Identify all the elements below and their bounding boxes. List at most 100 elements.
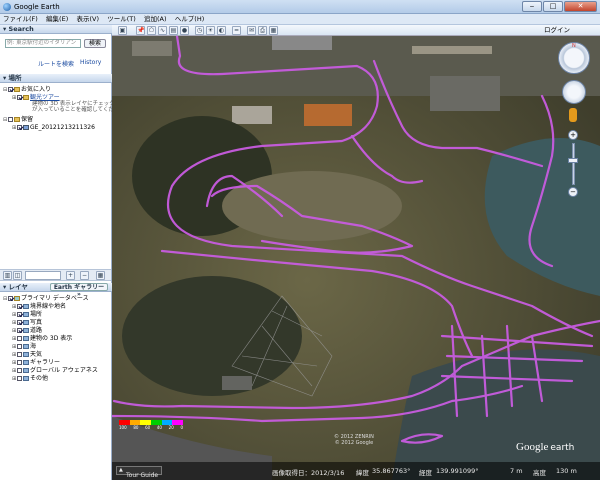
zoom-out-button[interactable]: − bbox=[568, 187, 578, 197]
layer-item[interactable]: ⊞ 天気 bbox=[12, 351, 42, 359]
maximize-button[interactable]: □ bbox=[543, 1, 563, 12]
legend-label: 0 bbox=[180, 425, 183, 430]
street-view-pegman-icon[interactable] bbox=[569, 108, 577, 122]
polygon-icon[interactable]: ⬠ bbox=[147, 26, 156, 35]
layer-checkbox[interactable] bbox=[17, 344, 22, 349]
zoom-slider[interactable] bbox=[572, 143, 575, 185]
folder-icon bbox=[14, 117, 20, 122]
remove-place-button[interactable]: − bbox=[80, 271, 89, 280]
route-search-link[interactable]: ルートを検索 bbox=[38, 59, 74, 68]
historical-imagery-icon[interactable]: ◷ bbox=[195, 26, 204, 35]
tree-favorites[interactable]: ⊟ お気に入り bbox=[3, 86, 51, 94]
menu-view[interactable]: 表示(V) bbox=[73, 14, 102, 25]
close-button[interactable]: ✕ bbox=[564, 1, 597, 12]
layer-label: ギャラリー bbox=[30, 359, 61, 366]
layer-icon bbox=[23, 360, 29, 365]
search-panel-header[interactable]: ▾ Search bbox=[0, 25, 112, 34]
planets-icon[interactable]: ◐ bbox=[217, 26, 226, 35]
search-in-places-input[interactable] bbox=[25, 271, 61, 280]
layer-item[interactable]: ⊞ ギャラリー bbox=[12, 359, 60, 367]
path-icon[interactable]: ∿ bbox=[158, 26, 167, 35]
search-button[interactable]: 検索 bbox=[84, 39, 106, 48]
google-earth-brand: Google earth bbox=[516, 441, 575, 453]
layer-item[interactable]: ⊞ 場所 bbox=[12, 311, 42, 319]
layer-checkbox[interactable] bbox=[17, 328, 22, 333]
layer-label: 建物の 3D 表示 bbox=[30, 335, 73, 342]
layer-icon bbox=[23, 312, 29, 317]
places-panel-header[interactable]: ▾ 場所 bbox=[0, 74, 112, 83]
longitude-label: 経度 bbox=[419, 469, 432, 477]
altitude-value: 130 m bbox=[556, 467, 577, 475]
zoom-slider-handle[interactable] bbox=[568, 158, 578, 163]
tour-guide-button[interactable]: ▲ Tour Guide bbox=[116, 466, 162, 479]
layer-item[interactable]: ⊞ 境界線や地名 bbox=[12, 303, 66, 311]
folder-icon bbox=[14, 87, 20, 92]
view-in-maps-icon[interactable]: ▦ bbox=[269, 26, 278, 35]
copyright: © 2012 ZENRIN © 2012 Google bbox=[334, 434, 374, 446]
tree-primary-db[interactable]: ⊟ プライマリ データベース bbox=[3, 295, 89, 303]
history-link[interactable]: History bbox=[80, 59, 101, 66]
menu-edit[interactable]: 編集(E) bbox=[43, 14, 71, 25]
layer-item[interactable]: ⊞ 道路 bbox=[12, 327, 42, 335]
layer-icon bbox=[23, 336, 29, 341]
layer-icon bbox=[23, 304, 29, 309]
tree-saved[interactable]: ⊟ 保留 bbox=[3, 116, 33, 124]
image-overlay-icon[interactable]: ▤ bbox=[169, 26, 178, 35]
menu-help[interactable]: ヘルプ(H) bbox=[172, 14, 207, 25]
sun-icon[interactable]: ☀ bbox=[206, 26, 215, 35]
menu-tools[interactable]: ツール(T) bbox=[104, 14, 139, 25]
panel-icon[interactable]: ▥ bbox=[3, 271, 12, 280]
latitude-value: 35.867763° bbox=[372, 467, 411, 475]
database-icon bbox=[14, 296, 20, 301]
add-place-button[interactable]: + bbox=[66, 271, 75, 280]
map-view[interactable]: 100 80 60 40 20 0 © 2012 ZENRIN © 2012 Google … bbox=[112, 36, 600, 480]
compass-north-icon: N bbox=[572, 43, 576, 49]
longitude-value: 139.991099° bbox=[436, 467, 479, 475]
login-link[interactable]: ログイン bbox=[544, 25, 570, 36]
layer-checkbox[interactable] bbox=[17, 360, 22, 365]
earth-gallery-button[interactable]: Earth ギャラリー » bbox=[50, 283, 108, 298]
layer-checkbox[interactable] bbox=[17, 336, 22, 341]
tree-track[interactable]: ⊞ GE_20121213211326 bbox=[12, 124, 95, 132]
email-icon[interactable]: ✉ bbox=[247, 26, 256, 35]
menu-add[interactable]: 追加(A) bbox=[141, 14, 170, 25]
zoom-in-button[interactable]: + bbox=[568, 130, 578, 140]
legend-label: 60 bbox=[145, 425, 151, 430]
minimize-button[interactable]: ‒ bbox=[522, 1, 542, 12]
move-control[interactable] bbox=[562, 80, 586, 104]
legend-label: 40 bbox=[156, 425, 162, 430]
layer-label: グローバル アウェアネス bbox=[30, 367, 98, 374]
print-icon[interactable]: ⎙ bbox=[258, 26, 267, 35]
layer-item[interactable]: ⊞ グローバル アウェアネス bbox=[12, 367, 98, 375]
layer-item[interactable]: ⊞ 海 bbox=[12, 343, 36, 351]
layer-label: その他 bbox=[30, 375, 49, 382]
layer-item[interactable]: ⊞ 建物の 3D 表示 bbox=[12, 335, 72, 343]
search-input[interactable]: 例: 東京駅付近のイタリアン bbox=[5, 39, 81, 48]
layers-panel-header[interactable]: ▾ レイヤ Earth ギャラリー » bbox=[0, 283, 112, 298]
split-icon[interactable]: ◫ bbox=[13, 271, 22, 280]
menu-file[interactable]: ファイル(F) bbox=[0, 14, 41, 25]
status-bar: ▲ Tour Guide 画像取得日：2012/3/16 緯度 35.867763… bbox=[112, 462, 600, 480]
places-header-label: 場所 bbox=[8, 74, 22, 82]
record-tour-icon[interactable]: ● bbox=[180, 26, 189, 35]
look-control[interactable]: N bbox=[558, 42, 590, 74]
placemark-icon[interactable]: 📌 bbox=[136, 26, 145, 35]
menu-bar: ファイル(F) 編集(E) 表示(V) ツール(T) 追加(A) ヘルプ(H) bbox=[0, 14, 600, 25]
layer-checkbox[interactable] bbox=[17, 368, 22, 373]
toolbar: ▣ 📌 ⬠ ∿ ▤ ● ◷ ☀ ◐ ━ ✉ ⎙ ▦ ログイン bbox=[112, 25, 600, 36]
map-icon[interactable]: ▦ bbox=[96, 271, 105, 280]
google-earth-logo-icon bbox=[3, 3, 11, 11]
layer-icon bbox=[23, 328, 29, 333]
layer-item[interactable]: ⊞ その他 bbox=[12, 375, 48, 383]
legend-label: 80 bbox=[133, 425, 139, 430]
layer-checkbox[interactable] bbox=[17, 320, 22, 325]
satellite-imagery bbox=[112, 36, 600, 480]
layer-checkbox[interactable] bbox=[17, 376, 22, 381]
sidebar-toggle-icon[interactable]: ▣ bbox=[118, 26, 127, 35]
layer-icon bbox=[23, 376, 29, 381]
layer-checkbox[interactable] bbox=[17, 304, 22, 309]
layer-item[interactable]: ⊞ 写真 bbox=[12, 319, 42, 327]
ruler-icon[interactable]: ━ bbox=[232, 26, 241, 35]
layer-checkbox[interactable] bbox=[17, 312, 22, 317]
layer-checkbox[interactable] bbox=[17, 352, 22, 357]
